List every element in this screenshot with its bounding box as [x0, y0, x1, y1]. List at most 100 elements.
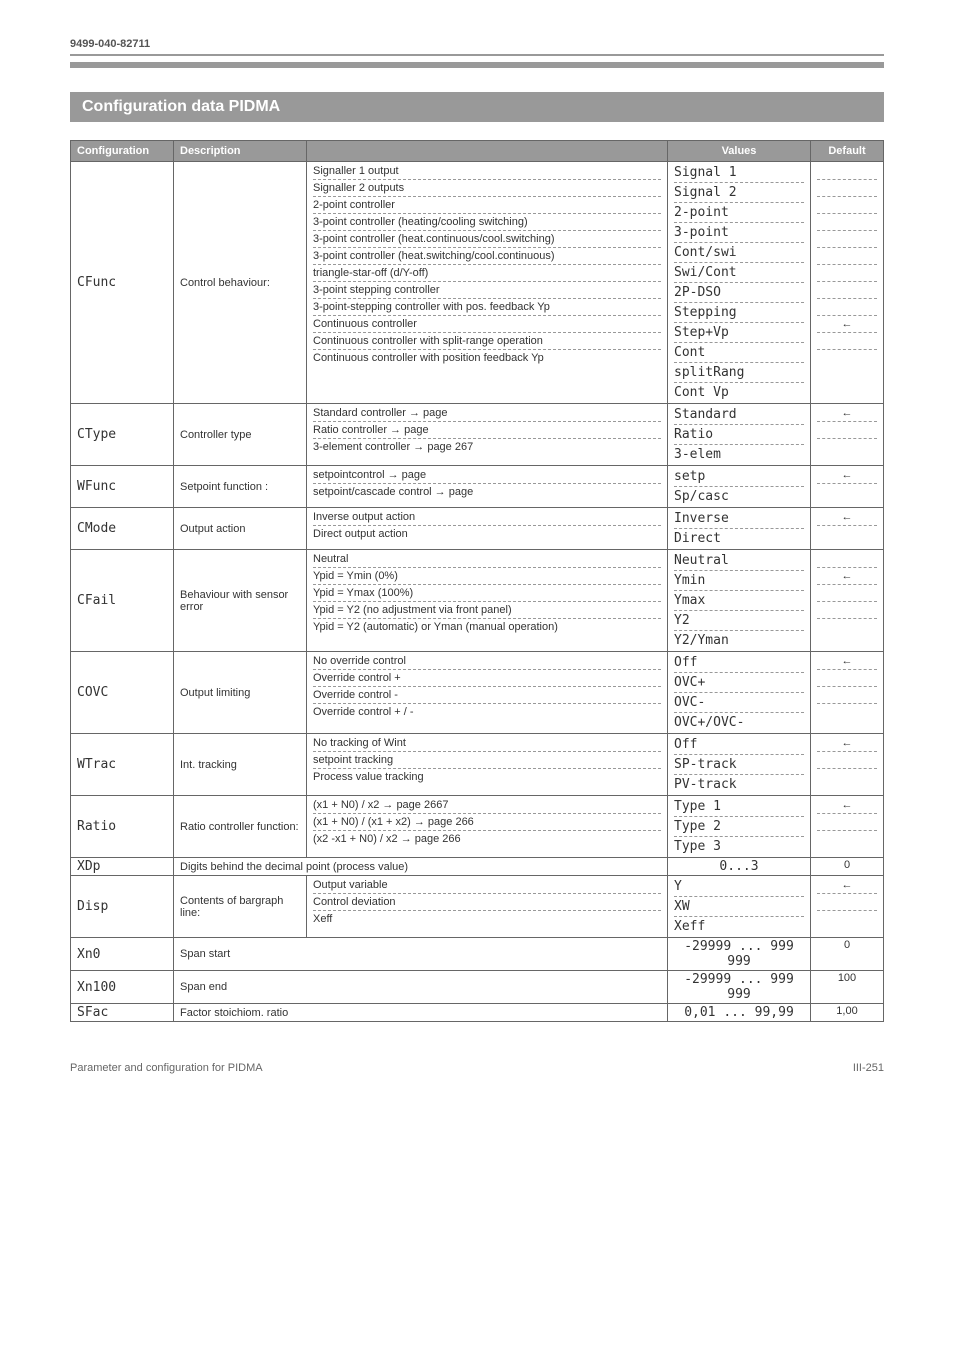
- sub-desc: Control deviation: [313, 894, 661, 911]
- sub-default: ←: [817, 877, 877, 894]
- cfg-sub-value-col: OffOVC+OVC-OVC+/OVC-: [668, 652, 811, 734]
- sub-value: Neutral: [674, 551, 804, 571]
- cfg-value: 0,01 ... 99,99: [668, 1004, 811, 1022]
- sub-default: [817, 231, 877, 248]
- sub-desc: 3-point controller (heat.continuous/cool…: [313, 231, 661, 248]
- cfg-sub-value-col: Signal 1Signal 22-point3-pointCont/swiSw…: [668, 162, 811, 404]
- cfg-sub-default-col: ←: [811, 796, 884, 858]
- sub-value: Y: [674, 877, 804, 897]
- sub-value: Ratio: [674, 425, 804, 445]
- cfg-sub-value-col: Type 1Type 2Type 3: [668, 796, 811, 858]
- cfg-desc: Int. tracking: [174, 734, 307, 796]
- cfg-value: 0...3: [668, 858, 811, 876]
- cfg-sub-desc-col: Inverse output actionDirect output actio…: [307, 508, 668, 550]
- cfg-default: 1,00: [811, 1004, 884, 1022]
- sub-default: [817, 526, 877, 542]
- sub-default: [817, 831, 877, 847]
- cfg-sub-desc-col: No tracking of Wintsetpoint trackingProc…: [307, 734, 668, 796]
- sub-value: 3-elem: [674, 445, 804, 464]
- sub-desc: 3-element controller → page 267: [313, 439, 661, 455]
- sub-desc: Ypid = Ymax (100%): [313, 585, 661, 602]
- sub-value: Y2/Yman: [674, 631, 804, 650]
- section-title: Configuration data PIDMA: [70, 92, 884, 122]
- sub-default: ←: [817, 405, 877, 422]
- sub-default: ←: [817, 568, 877, 585]
- cfg-sub-desc-col: NeutralYpid = Ymin (0%)Ypid = Ymax (100%…: [307, 550, 668, 652]
- col-default: Default: [811, 141, 884, 162]
- sub-desc: 3-point-stepping controller with pos. fe…: [313, 299, 661, 316]
- sub-default: [817, 619, 877, 635]
- cfg-label: SFac: [71, 1004, 174, 1022]
- sub-default: [817, 551, 877, 568]
- sub-value: Xeff: [674, 917, 804, 936]
- cfg-desc: Setpoint function :: [174, 466, 307, 508]
- sub-desc: Continuous controller with split-range o…: [313, 333, 661, 350]
- sub-desc: setpointcontrol → page: [313, 467, 661, 484]
- sub-default: ←: [817, 735, 877, 752]
- sub-default: ←: [817, 653, 877, 670]
- sub-value: Standard: [674, 405, 804, 425]
- cfg-desc: Control behaviour:: [174, 162, 307, 404]
- col-description: Description: [174, 141, 307, 162]
- sub-value: Swi/Cont: [674, 263, 804, 283]
- sub-value: Cont: [674, 343, 804, 363]
- sub-value: Stepping: [674, 303, 804, 323]
- col-values: Values: [668, 141, 811, 162]
- sub-desc: Continuous controller: [313, 316, 661, 333]
- sub-value: Inverse: [674, 509, 804, 529]
- sub-value: Y2: [674, 611, 804, 631]
- sub-default: [817, 704, 877, 720]
- sub-value: SP-track: [674, 755, 804, 775]
- sub-desc: Override control + / -: [313, 704, 661, 720]
- cfg-desc: Factor stoichiom. ratio: [174, 1004, 668, 1022]
- cfg-sub-value-col: YXWXeff: [668, 876, 811, 938]
- sub-default: [817, 484, 877, 500]
- sub-desc: Signaller 1 output: [313, 163, 661, 180]
- sub-default: [817, 439, 877, 455]
- sub-desc: Output variable: [313, 877, 661, 894]
- cfg-sub-desc-col: Standard controller → pageRatio controll…: [307, 404, 668, 466]
- sub-value: 2P-DSO: [674, 283, 804, 303]
- sub-default: [817, 769, 877, 785]
- sub-default: [817, 282, 877, 299]
- sub-default: [817, 911, 877, 927]
- header-bar: [70, 62, 884, 68]
- sub-value: OVC-: [674, 693, 804, 713]
- sub-value: Type 1: [674, 797, 804, 817]
- cfg-sub-desc-col: Signaller 1 outputSignaller 2 outputs2-p…: [307, 162, 668, 404]
- config-table: Configuration Description Values Default…: [70, 140, 884, 1022]
- cfg-desc: Ratio controller function:: [174, 796, 307, 858]
- cfg-sub-value-col: OffSP-trackPV-track: [668, 734, 811, 796]
- cfg-sub-desc-col: (x1 + N0) / x2 → page 2667(x1 + N0) / (x…: [307, 796, 668, 858]
- sub-value: Type 3: [674, 837, 804, 856]
- sub-desc: Inverse output action: [313, 509, 661, 526]
- sub-default: [817, 214, 877, 231]
- cfg-label: CFail: [71, 550, 174, 652]
- footer-right: III-251: [853, 1062, 884, 1074]
- sub-value: OVC+/OVC-: [674, 713, 804, 732]
- cfg-label: Xn0: [71, 938, 174, 971]
- sub-default: [817, 814, 877, 831]
- cfg-sub-value-col: NeutralYminYmaxY2Y2/Yman: [668, 550, 811, 652]
- sub-desc: setpoint/cascade control → page: [313, 484, 661, 500]
- sub-desc: 3-point controller (heating/cooling swit…: [313, 214, 661, 231]
- sub-default: [817, 422, 877, 439]
- cfg-value: -29999 ... 999 999: [668, 971, 811, 1004]
- sub-value: splitRang: [674, 363, 804, 383]
- sub-value: PV-track: [674, 775, 804, 794]
- sub-default: ←: [817, 509, 877, 526]
- sub-default: [817, 248, 877, 265]
- cfg-sub-default-col: ←: [811, 466, 884, 508]
- sub-value: Off: [674, 653, 804, 673]
- cfg-sub-value-col: InverseDirect: [668, 508, 811, 550]
- cfg-sub-default-col: ←: [811, 508, 884, 550]
- sub-value: 2-point: [674, 203, 804, 223]
- col-description2: [307, 141, 668, 162]
- sub-value: Cont Vp: [674, 383, 804, 402]
- sub-value: 3-point: [674, 223, 804, 243]
- cfg-desc: Output limiting: [174, 652, 307, 734]
- sub-value: Signal 1: [674, 163, 804, 183]
- sub-default: [817, 752, 877, 769]
- sub-default: [817, 299, 877, 316]
- sub-default: ←: [817, 797, 877, 814]
